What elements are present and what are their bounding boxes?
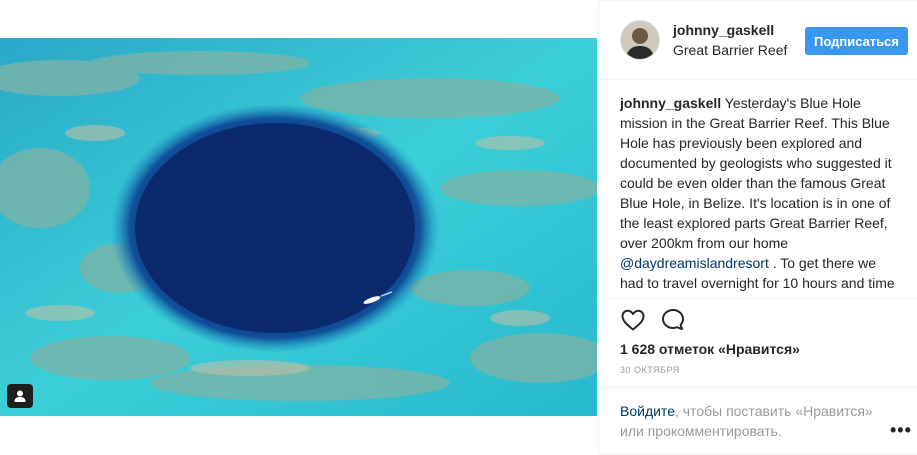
caption-scroll-area[interactable]: johnny_gaskell Yesterday's Blue Hole mis… [620, 93, 895, 293]
post-sidebar: johnny_gaskell Great Barrier Reef Подпис… [598, 0, 917, 455]
avatar-image [621, 21, 659, 59]
caption-mention-link[interactable]: @daydreamislandresort [620, 255, 769, 271]
follow-button[interactable]: Подписаться [805, 27, 908, 55]
caption-text: Yesterday's Blue Hole mission in the Gre… [620, 95, 892, 251]
login-text: Войдите, чтобы поставить «Нравится» или … [620, 401, 880, 441]
likes-count[interactable]: 1 628 отметок «Нравится» [620, 341, 800, 357]
more-options-icon[interactable]: ••• [890, 420, 912, 441]
login-prompt: Войдите, чтобы поставить «Нравится» или … [598, 387, 917, 455]
login-link[interactable]: Войдите [620, 403, 675, 419]
comment-icon [662, 309, 684, 330]
post-header: johnny_gaskell Great Barrier Reef Подпис… [598, 0, 917, 80]
media-column [0, 0, 599, 455]
comment-button[interactable] [660, 307, 686, 333]
blue-hole-image [0, 38, 597, 416]
like-button[interactable] [620, 307, 646, 333]
post-username[interactable]: johnny_gaskell [673, 22, 774, 38]
user-tag-icon [14, 390, 26, 402]
caption-username[interactable]: johnny_gaskell [620, 95, 721, 111]
avatar[interactable] [620, 20, 660, 60]
heart-icon [621, 309, 645, 331]
post-photo[interactable] [0, 38, 597, 416]
post-location[interactable]: Great Barrier Reef [673, 42, 787, 58]
post-date[interactable]: 30 ОКТЯБРЯ [620, 365, 680, 375]
user-tag-button[interactable] [7, 384, 33, 408]
